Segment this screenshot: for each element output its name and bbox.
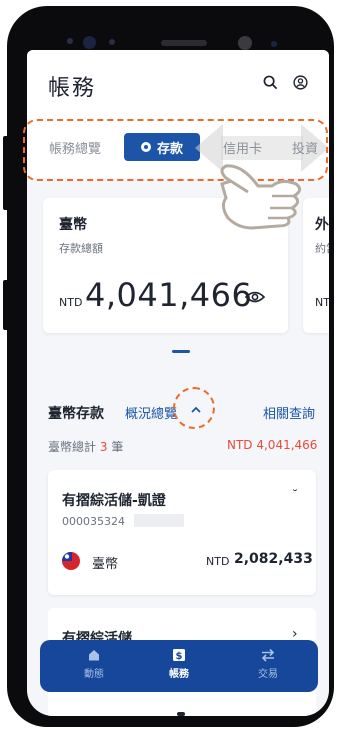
- more-icon[interactable]: ˘: [292, 488, 298, 502]
- eye-icon[interactable]: [245, 290, 265, 304]
- phone-frame: 帳務 帳務總覽 存款 信用卡 投資 臺幣 存款總額 NTD 4,041,466 …: [7, 6, 334, 727]
- sensor-icon: [109, 39, 115, 45]
- profile-icon[interactable]: [293, 75, 308, 90]
- total-amount: NTD 4,041,466: [227, 438, 318, 452]
- home-indicator: [177, 712, 185, 716]
- account-number-mask: [134, 514, 184, 527]
- app-header: 帳務: [27, 50, 329, 120]
- overview-link[interactable]: 概況總覽: [125, 403, 177, 422]
- account-name: 有摺綜活儲-凱證: [62, 493, 166, 509]
- carousel-indicator: [172, 350, 190, 353]
- page-title: 帳務: [48, 76, 97, 101]
- taiwan-flag-icon: [62, 552, 80, 570]
- card-amount: 4,041,466: [85, 276, 253, 314]
- section-title: 臺幣存款: [48, 406, 104, 422]
- related-query-link[interactable]: 相關查詢: [263, 403, 315, 422]
- account-card[interactable]: 有摺綜活儲-凱證 000035324 ˘ 臺幣 NTD 2,082,433: [48, 470, 316, 595]
- home-icon: [89, 650, 99, 661]
- nav-item-transaction[interactable]: 交易: [238, 648, 298, 680]
- total-count-label: 臺幣總計 3 筆: [48, 438, 123, 455]
- pointing-hand-icon: [220, 164, 301, 230]
- highlight-circle: [173, 387, 215, 429]
- volume-button: [3, 136, 9, 210]
- power-button: [3, 280, 9, 330]
- transfer-icon: [261, 648, 275, 662]
- total-count: 3: [99, 440, 108, 454]
- dollar-icon: $: [173, 649, 185, 662]
- sensor-icon: [271, 41, 277, 47]
- svg-text:$: $: [176, 651, 183, 662]
- nav-item-activity[interactable]: 動態: [64, 648, 124, 680]
- account-currency: 臺幣: [92, 557, 119, 572]
- search-icon[interactable]: [263, 75, 278, 90]
- card-currency: 外幣: [315, 217, 329, 233]
- card-subtitle: 約當: [315, 242, 329, 255]
- card-currency: 臺幣: [59, 217, 87, 233]
- nav-item-accounts[interactable]: $ 帳務: [149, 648, 209, 680]
- card-subtitle: 存款總額: [59, 242, 103, 255]
- speaker-icon: [161, 40, 207, 46]
- card-unit: NTD: [59, 296, 83, 309]
- account-balance: 2,082,433: [234, 551, 313, 567]
- account-number: 000035324: [62, 515, 125, 528]
- balance-unit: NTD: [206, 555, 230, 568]
- sensor-icon: [67, 38, 73, 44]
- bottom-navigation: 動態 $ 帳務 交易: [40, 640, 318, 692]
- camera-icon: [83, 36, 96, 49]
- camera-icon: [238, 36, 252, 50]
- nav-label: 動態: [84, 669, 104, 680]
- card-unit: NTD: [315, 296, 329, 309]
- total-label-text: 臺幣總計: [48, 440, 97, 454]
- nav-label: 交易: [258, 669, 278, 680]
- total-unit: 筆: [111, 440, 124, 454]
- nav-label: 帳務: [169, 669, 189, 680]
